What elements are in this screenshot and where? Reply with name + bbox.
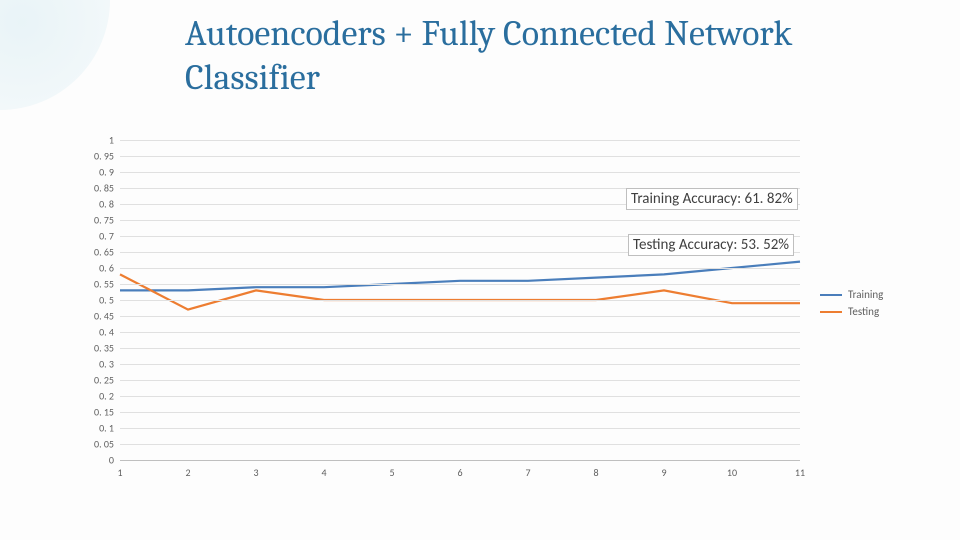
y-tick-label: 0. 2 <box>99 390 114 403</box>
chart: 0 0. 05 0. 1 0. 15 0. 2 0. 25 0. 3 0. 35 0. 4 0. … <box>60 140 900 500</box>
grid-line <box>120 396 800 397</box>
grid-line <box>120 316 800 317</box>
grid-line <box>120 428 800 429</box>
y-tick-label: 0. 8 <box>99 198 114 211</box>
y-tick-label: 0. 75 <box>94 214 114 227</box>
grid-line <box>120 156 800 157</box>
y-tick-label: 0. 05 <box>94 438 114 451</box>
y-tick-label: 0. 35 <box>94 342 114 355</box>
x-tick-label: 9 <box>661 466 666 479</box>
y-tick-label: 0. 15 <box>94 406 114 419</box>
y-tick-label: 0. 6 <box>99 262 114 275</box>
x-tick-label: 6 <box>457 466 462 479</box>
x-tick-label: 10 <box>727 466 737 479</box>
legend: Training Testing <box>820 288 883 322</box>
y-tick-label: 0. 55 <box>94 278 114 291</box>
grid-line <box>120 172 800 173</box>
grid-line <box>120 284 800 285</box>
legend-item-testing: Testing <box>820 305 883 318</box>
legend-label-training: Training <box>848 288 883 301</box>
y-tick-label: 0 <box>109 454 114 467</box>
y-tick-label: 0. 5 <box>99 294 114 307</box>
y-tick-label: 0. 65 <box>94 246 114 259</box>
x-tick-label: 5 <box>389 466 394 479</box>
y-tick-label: 1 <box>109 134 114 147</box>
annotation-testing-accuracy: Testing Accuracy: 53. 52% <box>628 234 794 256</box>
y-tick-label: 0. 25 <box>94 374 114 387</box>
y-tick-label: 0. 3 <box>99 358 114 371</box>
grid-line <box>120 380 800 381</box>
page-title: Autoencoders + Fully Connected Network C… <box>185 12 805 100</box>
y-tick-label: 0. 1 <box>99 422 114 435</box>
x-tick-label: 7 <box>525 466 530 479</box>
legend-swatch-testing <box>820 311 842 313</box>
annotation-training-accuracy: Training Accuracy: 61. 82% <box>626 188 798 210</box>
x-tick-label: 3 <box>253 466 258 479</box>
y-tick-label: 0. 95 <box>94 150 114 163</box>
y-tick-label: 0. 45 <box>94 310 114 323</box>
grid-line <box>120 444 800 445</box>
grid-line <box>120 364 800 365</box>
x-tick-label: 2 <box>185 466 190 479</box>
y-tick-label: 0. 4 <box>99 326 114 339</box>
grid-line <box>120 300 800 301</box>
grid-line <box>120 220 800 221</box>
x-tick-label: 4 <box>321 466 326 479</box>
legend-label-testing: Testing <box>848 305 879 318</box>
series-testing <box>120 274 800 309</box>
x-tick-label: 8 <box>593 466 598 479</box>
y-tick-label: 0. 7 <box>99 230 114 243</box>
x-tick-label: 11 <box>795 466 805 479</box>
legend-swatch-training <box>820 294 842 296</box>
grid-line <box>120 348 800 349</box>
legend-item-training: Training <box>820 288 883 301</box>
y-tick-label: 0. 9 <box>99 166 114 179</box>
y-tick-label: 0. 85 <box>94 182 114 195</box>
series-training <box>120 262 800 291</box>
grid-line <box>120 140 800 141</box>
grid-line <box>120 332 800 333</box>
x-tick-label: 1 <box>117 466 122 479</box>
decorative-corner <box>0 0 110 110</box>
grid-line <box>120 412 800 413</box>
grid-line <box>120 268 800 269</box>
